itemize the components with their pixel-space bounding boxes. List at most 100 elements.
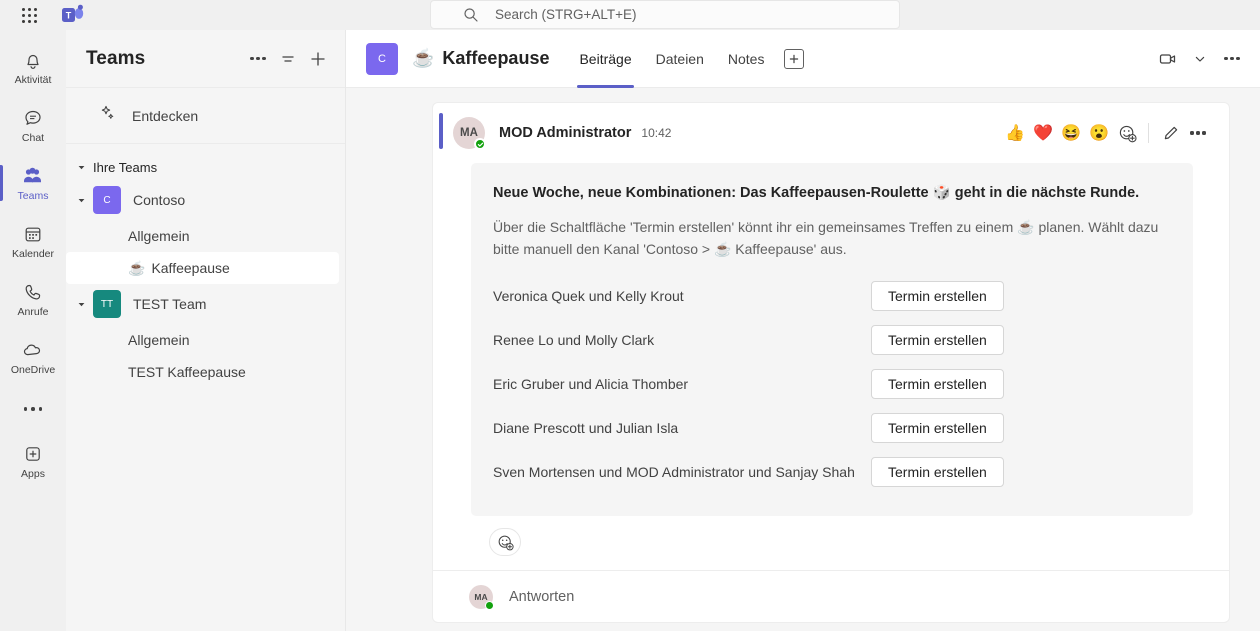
presence-available-icon — [485, 600, 494, 610]
tab-notes[interactable]: Notes — [716, 30, 777, 88]
add-reaction-button[interactable] — [489, 528, 521, 556]
termin-erstellen-button[interactable]: Termin erstellen — [871, 457, 1004, 487]
rail-label: Chat — [21, 132, 45, 144]
heart-icon[interactable]: ❤️ — [1030, 120, 1056, 146]
team-row-contoso[interactable]: C Contoso — [66, 180, 345, 220]
thread-area: MA MOD Administrator 10:42 👍 ❤️ 😆 😮 Neue… — [346, 88, 1260, 631]
video-camera-icon[interactable] — [1154, 45, 1182, 73]
bell-icon — [21, 48, 45, 72]
teams-logo-icon: T — [60, 3, 86, 27]
channel-header-actions — [1154, 45, 1246, 73]
teams-icon — [21, 164, 45, 188]
app-body: Aktivität Chat Teams Kalender Anrufe One… — [0, 30, 1260, 631]
message-footer — [453, 516, 1211, 570]
chat-icon — [21, 106, 45, 130]
pair-row: Sven Mortensen und MOD Administrator und… — [493, 450, 1171, 494]
channel-row-allgemein-test[interactable]: Allgemein — [66, 324, 339, 356]
channel-tabs: Beiträge Dateien Notes — [567, 30, 805, 88]
chevron-down-icon[interactable] — [1186, 45, 1214, 73]
message-more-icon[interactable] — [1185, 120, 1211, 146]
pair-row: Eric Gruber und Alicia Thomber Termin er… — [493, 362, 1171, 406]
main-content: C ☕ Kaffeepause Beiträge Dateien Notes M… — [346, 30, 1260, 631]
search-icon — [463, 7, 479, 23]
phone-icon — [21, 280, 45, 304]
coffee-icon: ☕ — [128, 260, 146, 276]
sidebar-item-entdecken[interactable]: Entdecken — [66, 88, 345, 144]
rail-item-anrufe[interactable]: Anrufe — [0, 270, 66, 328]
channel-name: TEST Kaffeepause — [128, 364, 246, 380]
pencil-icon[interactable] — [1157, 120, 1183, 146]
adaptive-card: Neue Woche, neue Kombinationen: Das Kaff… — [471, 163, 1193, 516]
rail-item-teams[interactable]: Teams — [0, 154, 66, 212]
app-rail: Aktivität Chat Teams Kalender Anrufe One… — [0, 30, 66, 631]
reply-bar[interactable]: MA Antworten — [433, 570, 1229, 622]
pair-names: Sven Mortensen und MOD Administrator und… — [493, 464, 855, 480]
add-tab-icon[interactable] — [784, 48, 805, 69]
coffee-icon: ☕ — [412, 48, 435, 68]
entdecken-label: Entdecken — [132, 107, 199, 124]
channel-row-kaffeepause[interactable]: ☕ Kaffeepause — [66, 252, 339, 284]
rail-label: Teams — [17, 190, 49, 202]
group-label: Ihre Teams — [93, 159, 158, 175]
team-name: TEST Team — [133, 296, 207, 312]
chevron-down-icon[interactable] — [76, 195, 86, 205]
pair-names: Veronica Quek und Kelly Krout — [493, 288, 684, 304]
chevron-down-icon[interactable] — [76, 299, 86, 309]
surprised-icon[interactable]: 😮 — [1086, 120, 1112, 146]
divider — [1148, 123, 1149, 143]
tab-dateien[interactable]: Dateien — [644, 30, 716, 88]
calendar-icon — [21, 222, 45, 246]
rail-item-onedrive[interactable]: OneDrive — [0, 328, 66, 386]
rail-more-icon[interactable] — [0, 386, 66, 432]
channel-row-allgemein-contoso[interactable]: Allgemein — [66, 220, 339, 252]
rail-item-kalender[interactable]: Kalender — [0, 212, 66, 270]
rail-label: Apps — [21, 468, 45, 480]
pair-row: Diane Prescott und Julian Isla Termin er… — [493, 406, 1171, 450]
termin-erstellen-button[interactable]: Termin erstellen — [871, 413, 1004, 443]
team-name: Contoso — [133, 192, 186, 208]
plus-box-icon — [21, 442, 45, 466]
presence-available-icon — [474, 138, 486, 150]
termin-erstellen-button[interactable]: Termin erstellen — [871, 281, 1004, 311]
message-accent-bar — [439, 113, 443, 149]
teams-tree: Ihre Teams C Contoso Allgemein ☕ Kaffeep… — [66, 144, 345, 388]
sparkle-icon — [98, 104, 116, 127]
filter-icon[interactable] — [273, 44, 303, 74]
avatar: MA — [469, 584, 494, 610]
message-author: MOD Administrator — [499, 125, 632, 141]
pair-list: Veronica Quek und Kelly Krout Termin ers… — [493, 274, 1171, 494]
rail-item-chat[interactable]: Chat — [0, 96, 66, 154]
channel-more-icon[interactable] — [1218, 45, 1246, 73]
sidebar-title: Teams — [86, 47, 146, 69]
add-reaction-icon[interactable] — [1114, 120, 1140, 146]
message-thread: MA MOD Administrator 10:42 👍 ❤️ 😆 😮 Neue… — [432, 102, 1230, 623]
app-launcher-icon[interactable] — [18, 4, 40, 26]
pair-names: Eric Gruber und Alicia Thomber — [493, 376, 689, 392]
page-title: ☕ Kaffeepause — [412, 48, 549, 69]
add-team-icon[interactable] — [303, 44, 333, 74]
team-row-test-team[interactable]: TT TEST Team — [66, 284, 345, 324]
reply-placeholder: Antworten — [509, 588, 575, 605]
termin-erstellen-button[interactable]: Termin erstellen — [871, 325, 1004, 355]
channel-header: C ☕ Kaffeepause Beiträge Dateien Notes — [346, 30, 1260, 88]
pair-row: Renee Lo und Molly Clark Termin erstelle… — [493, 318, 1171, 362]
laugh-icon[interactable]: 😆 — [1058, 120, 1084, 146]
rail-label: Kalender — [11, 248, 55, 260]
channel-team-avatar: C — [366, 42, 398, 75]
rail-item-aktivitaet[interactable]: Aktivität — [0, 38, 66, 96]
reaction-bar: 👍 ❤️ 😆 😮 — [1002, 120, 1211, 146]
search-bar[interactable]: Search (STRG+ALT+E) — [430, 0, 900, 29]
tab-beitraege[interactable]: Beiträge — [567, 30, 643, 88]
sidebar-more-icon[interactable] — [243, 44, 273, 74]
termin-erstellen-button[interactable]: Termin erstellen — [871, 369, 1004, 399]
team-avatar: C — [93, 186, 121, 214]
team-avatar: TT — [93, 290, 121, 318]
message-timestamp: 10:42 — [641, 126, 672, 140]
channel-row-test-kaffeepause[interactable]: TEST Kaffeepause — [66, 356, 339, 388]
sidebar-header: Teams — [66, 30, 345, 88]
pair-names: Diane Prescott und Julian Isla — [493, 420, 679, 436]
rail-item-apps[interactable]: Apps — [0, 432, 66, 490]
thumbs-up-icon[interactable]: 👍 — [1002, 120, 1028, 146]
tree-group-ihre-teams[interactable]: Ihre Teams — [66, 154, 345, 180]
avatar-initials: MA — [460, 127, 478, 139]
